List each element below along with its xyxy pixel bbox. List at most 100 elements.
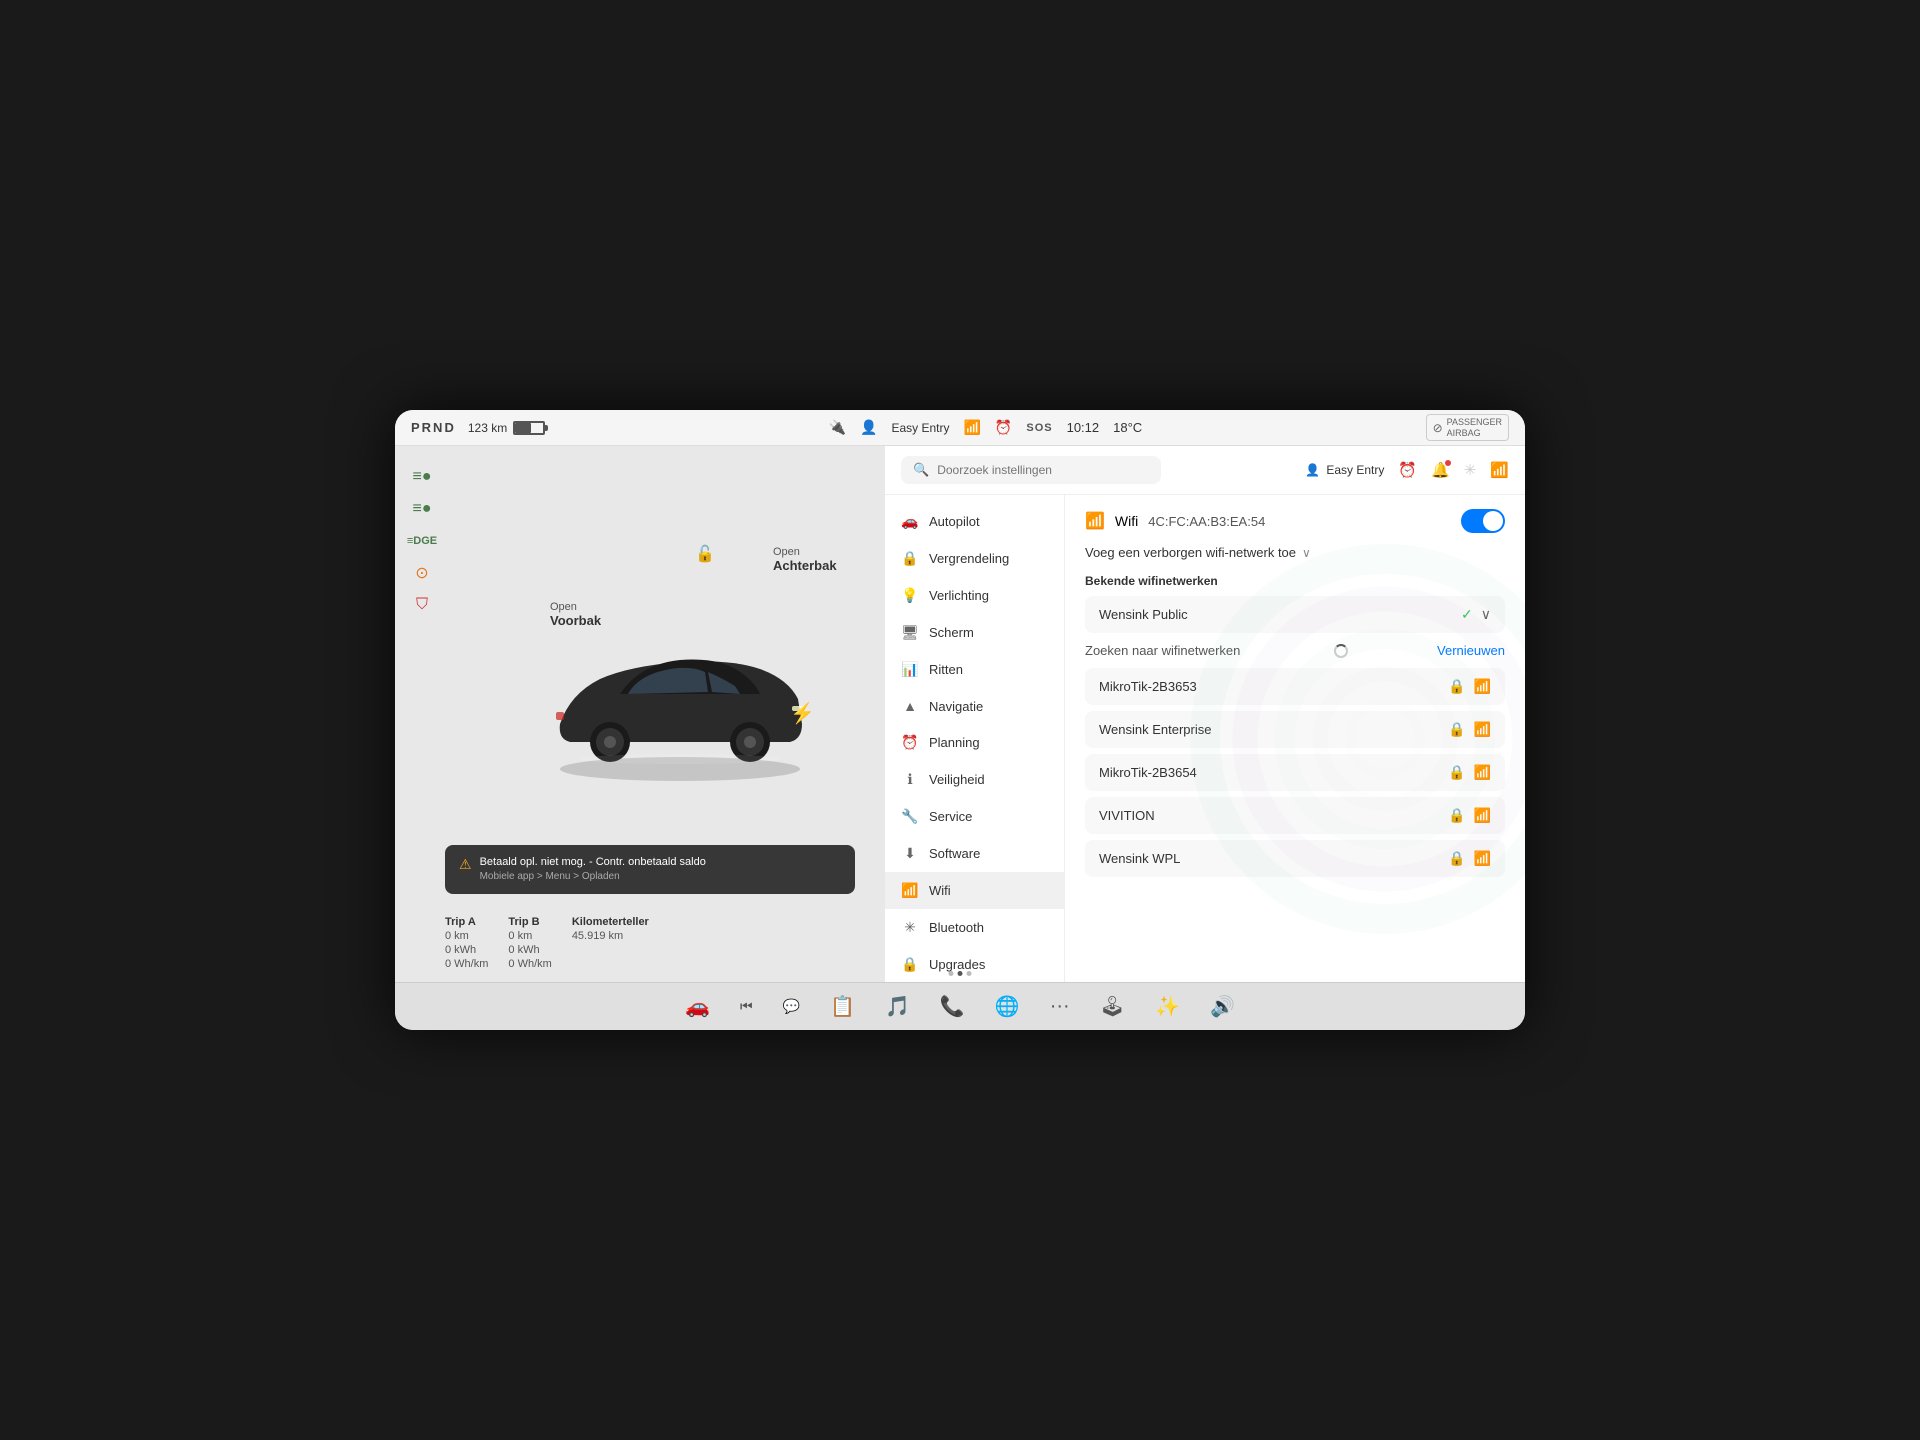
odometer-block: Kilometerteller 45.919 km <box>572 916 649 970</box>
expand-icon: ∨ <box>1481 606 1491 623</box>
wifi-signal-icon-2: 📶 <box>1474 721 1491 738</box>
airbag-icon: ⊘ <box>1433 421 1443 435</box>
network-vivition[interactable]: VIVITION 🔒 📶 <box>1085 797 1505 834</box>
nav-planning[interactable]: ⏰ Planning <box>885 724 1064 761</box>
wifi-status-icon: 📶 <box>963 419 980 436</box>
known-network-wensink-public[interactable]: Wensink Public ✓ ∨ <box>1085 596 1505 633</box>
battery-km: 123 km <box>468 421 507 435</box>
network-icons-2: 🔒 📶 <box>1448 721 1491 738</box>
upgrades-icon: 🔒 <box>901 956 919 973</box>
network-mikrotik-2b3653[interactable]: MikroTik-2B3653 🔒 📶 <box>1085 668 1505 705</box>
vehicle-status-icons: ≡● ≡● ≡DGE ⊙ ⛉ <box>407 466 437 616</box>
network-mikrotik-2b3654[interactable]: MikroTik-2B3654 🔒 📶 <box>1085 754 1505 791</box>
trip-bar: Trip A 0 km 0 kWh 0 Wh/km Trip B 0 km 0 … <box>445 916 855 970</box>
warning-banner: ⚠ Betaald opl. niet mog. - Contr. onbeta… <box>445 845 855 894</box>
nav-autopilot[interactable]: 🚗 Autopilot <box>885 503 1064 540</box>
wifi-content-panel: 📶 Wifi 4C:FC:AA:B3:EA:54 Voeg een verbor… <box>1065 495 1525 982</box>
nav-veiligheid[interactable]: ℹ Veiligheid <box>885 761 1064 798</box>
right-panel: 🔍 👤 Easy Entry ⏰ 🔔 ✳ 📶 <box>885 446 1525 982</box>
wifi-main-icon: 📶 <box>1085 511 1105 531</box>
main-area: ≡● ≡● ≡DGE ⊙ ⛉ Open Voorbak Open Achterb… <box>395 446 1525 982</box>
lock-icon-net2: 🔒 <box>1448 721 1465 738</box>
network-icons-3: 🔒 📶 <box>1448 764 1491 781</box>
add-hidden-network[interactable]: Voeg een verborgen wifi-netwerk toe ∨ <box>1085 545 1505 560</box>
wifi-nav-icon: 📶 <box>901 882 919 899</box>
refresh-button[interactable]: Vernieuwen <box>1437 643 1505 658</box>
header-user[interactable]: 👤 Easy Entry <box>1305 463 1384 477</box>
network-wensink-enterprise[interactable]: Wensink Enterprise 🔒 📶 <box>1085 711 1505 748</box>
usb-icon: 🔌 <box>829 419 846 436</box>
software-icon: ⬇ <box>901 845 919 862</box>
taskbar-spotify[interactable]: 🎵 <box>885 994 910 1019</box>
nav-verlichting[interactable]: 💡 Verlichting <box>885 577 1064 614</box>
planning-icon: ⏰ <box>901 734 919 751</box>
network-wensink-wpl[interactable]: Wensink WPL 🔒 📶 <box>1085 840 1505 877</box>
trips-icon: 📊 <box>901 661 919 678</box>
trip-b-block: Trip B 0 km 0 kWh 0 Wh/km <box>508 916 551 970</box>
user-icon: 👤 <box>1305 463 1320 477</box>
wifi-signal-icon-5: 📶 <box>1474 850 1491 867</box>
taskbar-car[interactable]: 🚗 <box>685 994 710 1019</box>
chevron-down-icon: ∨ <box>1302 546 1311 560</box>
nav-software[interactable]: ⬇ Software <box>885 835 1064 872</box>
taskbar-browser[interactable]: 🌐 <box>995 994 1020 1019</box>
settings-nav: 🚗 Autopilot 🔒 Vergrendeling 💡 Verlichtin… <box>885 495 1065 982</box>
time-display: 10:12 <box>1067 420 1100 435</box>
taskbar-subtitles[interactable]: 💬 <box>783 998 800 1015</box>
alarm-icon[interactable]: ⏰ <box>1398 461 1417 479</box>
known-networks-title: Bekende wifinetwerken <box>1085 574 1505 588</box>
wifi-main-row: 📶 Wifi 4C:FC:AA:B3:EA:54 <box>1085 509 1505 533</box>
headlight-high-icon: ≡● <box>407 466 437 488</box>
search-input[interactable] <box>937 463 1149 477</box>
profile-label: Easy Entry <box>891 421 949 435</box>
taskbar-media-left[interactable]: ⏮ <box>740 998 753 1015</box>
nav-scherm[interactable]: 🖥 Scherm <box>885 614 1064 651</box>
connected-checkmark-icon: ✓ <box>1461 606 1473 623</box>
notification-dot <box>1445 460 1451 466</box>
prnd-indicator: PRND <box>411 420 456 435</box>
wifi-signal-icon-1: 📶 <box>1474 678 1491 695</box>
trip-a-block: Trip A 0 km 0 kWh 0 Wh/km <box>445 916 488 970</box>
page-dot-3 <box>967 971 972 976</box>
settings-header: 🔍 👤 Easy Entry ⏰ 🔔 ✳ 📶 <box>885 446 1525 495</box>
status-bar: PRND 123 km 🔌 👤 Easy Entry 📶 ⏰ SOS 10:12… <box>395 410 1525 446</box>
taskbar-phone[interactable]: 📞 <box>940 994 965 1019</box>
network-icons-1: 🔒 📶 <box>1448 678 1491 695</box>
warning-text: Betaald opl. niet mog. - Contr. onbetaal… <box>480 855 706 884</box>
wifi-signal-icon-3: 📶 <box>1474 764 1491 781</box>
wifi-header-icon[interactable]: 📶 <box>1490 461 1509 479</box>
nav-service[interactable]: 🔧 Service <box>885 798 1064 835</box>
lock-icon-net3: 🔒 <box>1448 764 1465 781</box>
page-dot-1 <box>949 971 954 976</box>
nav-upgrades[interactable]: 🔒 Upgrades <box>885 946 1064 982</box>
taskbar-games[interactable]: 🕹 <box>1100 994 1125 1019</box>
lock-icon-net1: 🔒 <box>1448 678 1465 695</box>
lock-icon-net5: 🔒 <box>1448 850 1465 867</box>
nav-ritten[interactable]: 📊 Ritten <box>885 651 1064 688</box>
loading-spinner <box>1334 644 1348 658</box>
header-icons: 👤 Easy Entry ⏰ 🔔 ✳ 📶 <box>1305 461 1509 479</box>
nav-bluetooth[interactable]: ✳ Bluetooth <box>885 909 1064 946</box>
edge-icon: ≡DGE <box>407 530 437 552</box>
lock-icon-net4: 🔒 <box>1448 807 1465 824</box>
wifi-signal-icon-4: 📶 <box>1474 807 1491 824</box>
search-icon: 🔍 <box>913 462 929 478</box>
taskbar-volume[interactable]: 🔊 <box>1210 994 1235 1019</box>
battery-bar <box>513 421 545 435</box>
taskbar-files[interactable]: 📋 <box>830 994 855 1019</box>
taskbar-apps[interactable]: ✨ <box>1155 994 1180 1019</box>
bluetooth-icon[interactable]: ✳ <box>1464 461 1477 479</box>
bell-icon[interactable]: 🔔 <box>1431 461 1450 479</box>
service-icon: 🔧 <box>901 808 919 825</box>
taskbar-more[interactable]: ··· <box>1050 995 1070 1018</box>
nav-vergrendeling[interactable]: 🔒 Vergrendeling <box>885 540 1064 577</box>
searching-row: Zoeken naar wifinetwerken Vernieuwen <box>1085 643 1505 658</box>
network-icons-4: 🔒 📶 <box>1448 807 1491 824</box>
search-box[interactable]: 🔍 <box>901 456 1161 484</box>
wifi-toggle[interactable] <box>1461 509 1505 533</box>
nav-icon: ▲ <box>901 698 919 714</box>
nav-wifi[interactable]: 📶 Wifi <box>885 872 1064 909</box>
wifi-main-label: 📶 Wifi 4C:FC:AA:B3:EA:54 <box>1085 511 1265 531</box>
nav-navigatie[interactable]: ▲ Navigatie <box>885 688 1064 724</box>
taskbar: 🚗 ⏮ 💬 📋 🎵 📞 🌐 ··· 🕹 ✨ 🔊 <box>395 982 1525 1030</box>
